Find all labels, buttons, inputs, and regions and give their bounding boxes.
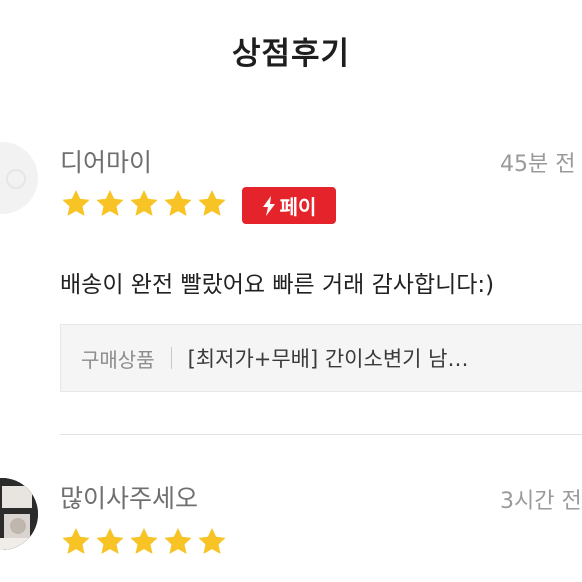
purchased-product-box[interactable]: 구매상품 [최저가+무배] 간이소변기 남… xyxy=(60,324,582,392)
store-reviews-page: 상점후기 디어마이 45분 전 페이 배송이 완전 빨랐어요 빠른 거래 감사합… xyxy=(0,0,582,582)
default-avatar-icon xyxy=(0,142,38,214)
star-icon xyxy=(130,528,158,554)
review-username[interactable]: 디어마이 xyxy=(60,143,152,179)
avatar[interactable] xyxy=(0,478,38,550)
pay-badge: 페이 xyxy=(242,187,336,224)
star-icon xyxy=(198,528,226,554)
star-icon xyxy=(130,190,158,216)
star-icon xyxy=(62,528,90,554)
profile-photo-icon xyxy=(0,478,38,550)
star-icon xyxy=(96,190,124,216)
review-text: 배송이 완전 빨랐어요 빠른 거래 감사합니다:) xyxy=(60,272,495,298)
review-divider xyxy=(60,434,582,435)
star-icon xyxy=(198,190,226,216)
review-username[interactable]: 많이사주세오 xyxy=(60,479,198,515)
star-rating xyxy=(60,188,228,224)
lightning-icon xyxy=(262,195,275,216)
pay-badge-label: 페이 xyxy=(279,195,317,219)
star-icon xyxy=(62,190,90,216)
review-time: 3시간 전 xyxy=(500,489,582,514)
page-title: 상점후기 xyxy=(231,36,351,72)
review-time: 45분 전 xyxy=(500,152,576,177)
product-name[interactable]: [최저가+무배] 간이소변기 남… xyxy=(188,343,469,373)
avatar[interactable] xyxy=(0,142,38,214)
star-rating xyxy=(60,526,228,562)
product-label: 구매상품 xyxy=(81,347,155,372)
star-icon xyxy=(96,528,124,554)
product-separator xyxy=(170,347,172,369)
star-icon xyxy=(164,190,192,216)
star-icon xyxy=(164,528,192,554)
